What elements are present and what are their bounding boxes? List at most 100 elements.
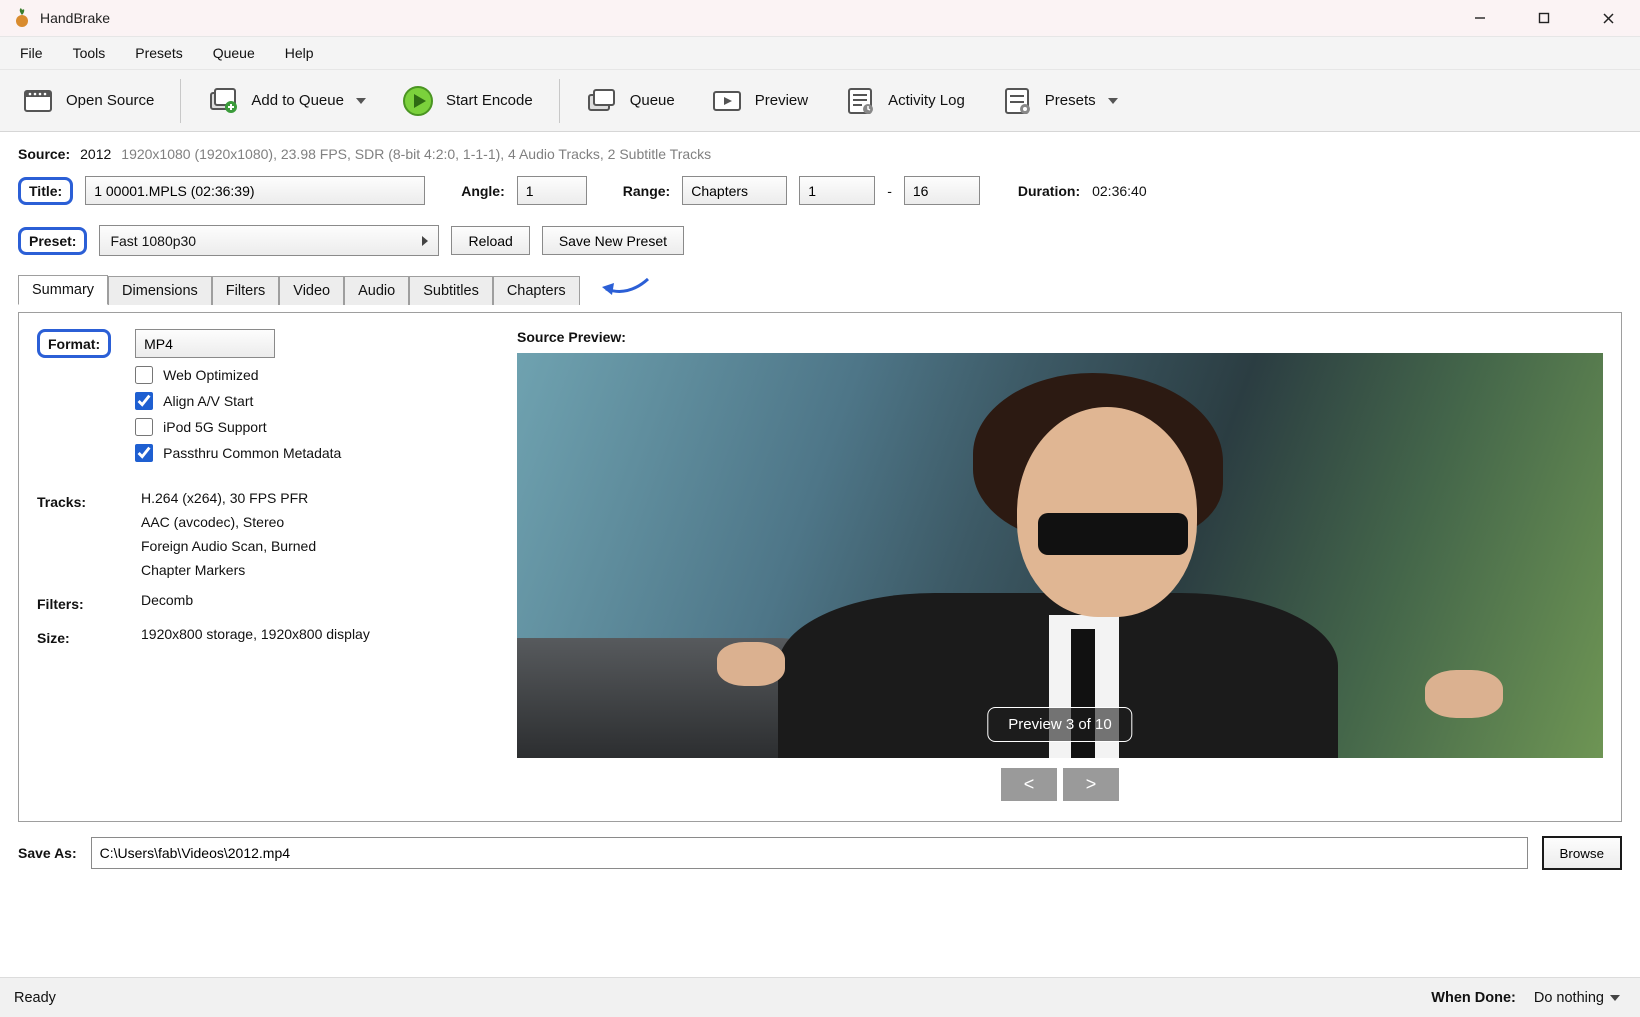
format-select[interactable]: MP4 bbox=[135, 329, 275, 358]
start-encode-button[interactable]: Start Encode bbox=[388, 79, 547, 123]
when-done-label: When Done: bbox=[1431, 990, 1516, 1006]
activity-log-button[interactable]: Activity Log bbox=[830, 79, 979, 123]
range-from-select[interactable]: 1 bbox=[799, 176, 875, 205]
app-icon bbox=[12, 8, 32, 28]
filters-label: Filters: bbox=[37, 592, 117, 612]
menu-presets[interactable]: Presets bbox=[121, 41, 196, 65]
range-label: Range: bbox=[623, 183, 670, 199]
tracks-label: Tracks: bbox=[37, 490, 117, 510]
angle-label: Angle: bbox=[461, 183, 505, 199]
menu-file[interactable]: File bbox=[6, 41, 57, 65]
tabstrip: Summary Dimensions Filters Video Audio S… bbox=[18, 274, 1622, 304]
source-line: Source: 2012 1920x1080 (1920x1080), 23.9… bbox=[18, 142, 1622, 168]
annotation-arrow-icon bbox=[600, 275, 650, 304]
filters-value: Decomb bbox=[141, 592, 477, 608]
source-label: Source: bbox=[18, 146, 70, 162]
tab-panel-summary: Format: MP4 Web Optimized Align A/V Star… bbox=[18, 312, 1622, 822]
align-av-checkbox[interactable]: Align A/V Start bbox=[135, 392, 477, 410]
tab-chapters[interactable]: Chapters bbox=[493, 276, 580, 305]
preview-label: Preview bbox=[755, 92, 808, 109]
window-title: HandBrake bbox=[40, 10, 1444, 26]
open-source-label: Open Source bbox=[66, 92, 154, 109]
duration-value: 02:36:40 bbox=[1092, 183, 1147, 199]
passthru-checkbox[interactable]: Passthru Common Metadata bbox=[135, 444, 477, 462]
save-as-label: Save As: bbox=[18, 845, 77, 861]
minimize-button[interactable] bbox=[1452, 0, 1508, 36]
track-line: Chapter Markers bbox=[141, 562, 477, 578]
tab-subtitles[interactable]: Subtitles bbox=[409, 276, 493, 305]
statusbar: Ready When Done: Do nothing bbox=[0, 977, 1640, 1017]
title-label: Title: bbox=[18, 177, 73, 205]
preview-icon bbox=[711, 85, 743, 117]
presets-icon bbox=[1001, 85, 1033, 117]
add-to-queue-icon bbox=[207, 85, 239, 117]
activity-log-label: Activity Log bbox=[888, 92, 965, 109]
tab-audio[interactable]: Audio bbox=[344, 276, 409, 305]
chevron-down-icon bbox=[1610, 995, 1620, 1001]
track-line: Foreign Audio Scan, Burned bbox=[141, 538, 477, 554]
queue-label: Queue bbox=[630, 92, 675, 109]
menu-tools[interactable]: Tools bbox=[59, 41, 120, 65]
status-text: Ready bbox=[14, 990, 56, 1006]
preset-label: Preset: bbox=[18, 227, 87, 255]
save-new-preset-button[interactable]: Save New Preset bbox=[542, 226, 684, 255]
ipod-checkbox[interactable]: iPod 5G Support bbox=[135, 418, 477, 436]
title-select[interactable]: 1 00001.MPLS (02:36:39) bbox=[85, 176, 425, 205]
menubar: File Tools Presets Queue Help bbox=[0, 36, 1640, 69]
tab-video[interactable]: Video bbox=[279, 276, 344, 305]
toolbar: Open Source Add to Queue Start Encode Qu… bbox=[0, 69, 1640, 132]
add-to-queue-label: Add to Queue bbox=[251, 92, 344, 109]
save-as-input[interactable] bbox=[91, 837, 1528, 869]
source-preview-image: Preview 3 of 10 bbox=[517, 353, 1603, 758]
tab-summary[interactable]: Summary bbox=[18, 275, 108, 305]
play-icon bbox=[402, 85, 434, 117]
range-to-select[interactable]: 16 bbox=[904, 176, 980, 205]
toolbar-separator bbox=[559, 79, 560, 123]
angle-select[interactable]: 1 bbox=[517, 176, 587, 205]
add-to-queue-button[interactable]: Add to Queue bbox=[193, 79, 380, 123]
menu-help[interactable]: Help bbox=[271, 41, 328, 65]
preview-button[interactable]: Preview bbox=[697, 79, 822, 123]
presets-label: Presets bbox=[1045, 92, 1096, 109]
activity-log-icon bbox=[844, 85, 876, 117]
browse-button[interactable]: Browse bbox=[1542, 836, 1622, 870]
start-encode-label: Start Encode bbox=[446, 92, 533, 109]
close-button[interactable] bbox=[1580, 0, 1636, 36]
queue-icon bbox=[586, 85, 618, 117]
size-value: 1920x800 storage, 1920x800 display bbox=[141, 626, 477, 642]
queue-button[interactable]: Queue bbox=[572, 79, 689, 123]
source-meta: 1920x1080 (1920x1080), 23.98 FPS, SDR (8… bbox=[121, 146, 711, 162]
range-type-select[interactable]: Chapters bbox=[682, 176, 787, 205]
chevron-right-icon bbox=[422, 236, 428, 246]
chevron-down-icon bbox=[1108, 98, 1118, 104]
track-line: H.264 (x264), 30 FPS PFR bbox=[141, 490, 477, 506]
titlebar: HandBrake bbox=[0, 0, 1640, 36]
open-source-icon bbox=[22, 85, 54, 117]
preview-next-button[interactable]: > bbox=[1063, 768, 1119, 801]
tab-dimensions[interactable]: Dimensions bbox=[108, 276, 212, 305]
range-dash: - bbox=[887, 183, 892, 199]
tab-filters[interactable]: Filters bbox=[212, 276, 279, 305]
preset-value: Fast 1080p30 bbox=[110, 233, 196, 249]
menu-queue[interactable]: Queue bbox=[199, 41, 269, 65]
when-done-select[interactable]: Do nothing bbox=[1528, 986, 1626, 1010]
reload-button[interactable]: Reload bbox=[451, 226, 529, 255]
title-row: Title: 1 00001.MPLS (02:36:39) Angle: 1 … bbox=[18, 176, 1622, 205]
source-name: 2012 bbox=[80, 146, 111, 162]
preset-picker[interactable]: Fast 1080p30 bbox=[99, 225, 439, 256]
preview-prev-button[interactable]: < bbox=[1001, 768, 1057, 801]
source-preview-label: Source Preview: bbox=[517, 329, 1603, 345]
size-label: Size: bbox=[37, 626, 117, 646]
preview-counter-badge: Preview 3 of 10 bbox=[987, 707, 1132, 742]
web-optimized-checkbox[interactable]: Web Optimized bbox=[135, 366, 477, 384]
format-label: Format: bbox=[37, 329, 111, 358]
track-line: AAC (avcodec), Stereo bbox=[141, 514, 477, 530]
toolbar-separator bbox=[180, 79, 181, 123]
presets-button[interactable]: Presets bbox=[987, 79, 1132, 123]
save-as-row: Save As: Browse bbox=[0, 836, 1640, 870]
duration-label: Duration: bbox=[1018, 183, 1080, 199]
maximize-button[interactable] bbox=[1516, 0, 1572, 36]
chevron-down-icon bbox=[356, 98, 366, 104]
open-source-button[interactable]: Open Source bbox=[8, 79, 168, 123]
preset-row: Preset: Fast 1080p30 Reload Save New Pre… bbox=[18, 225, 1622, 256]
